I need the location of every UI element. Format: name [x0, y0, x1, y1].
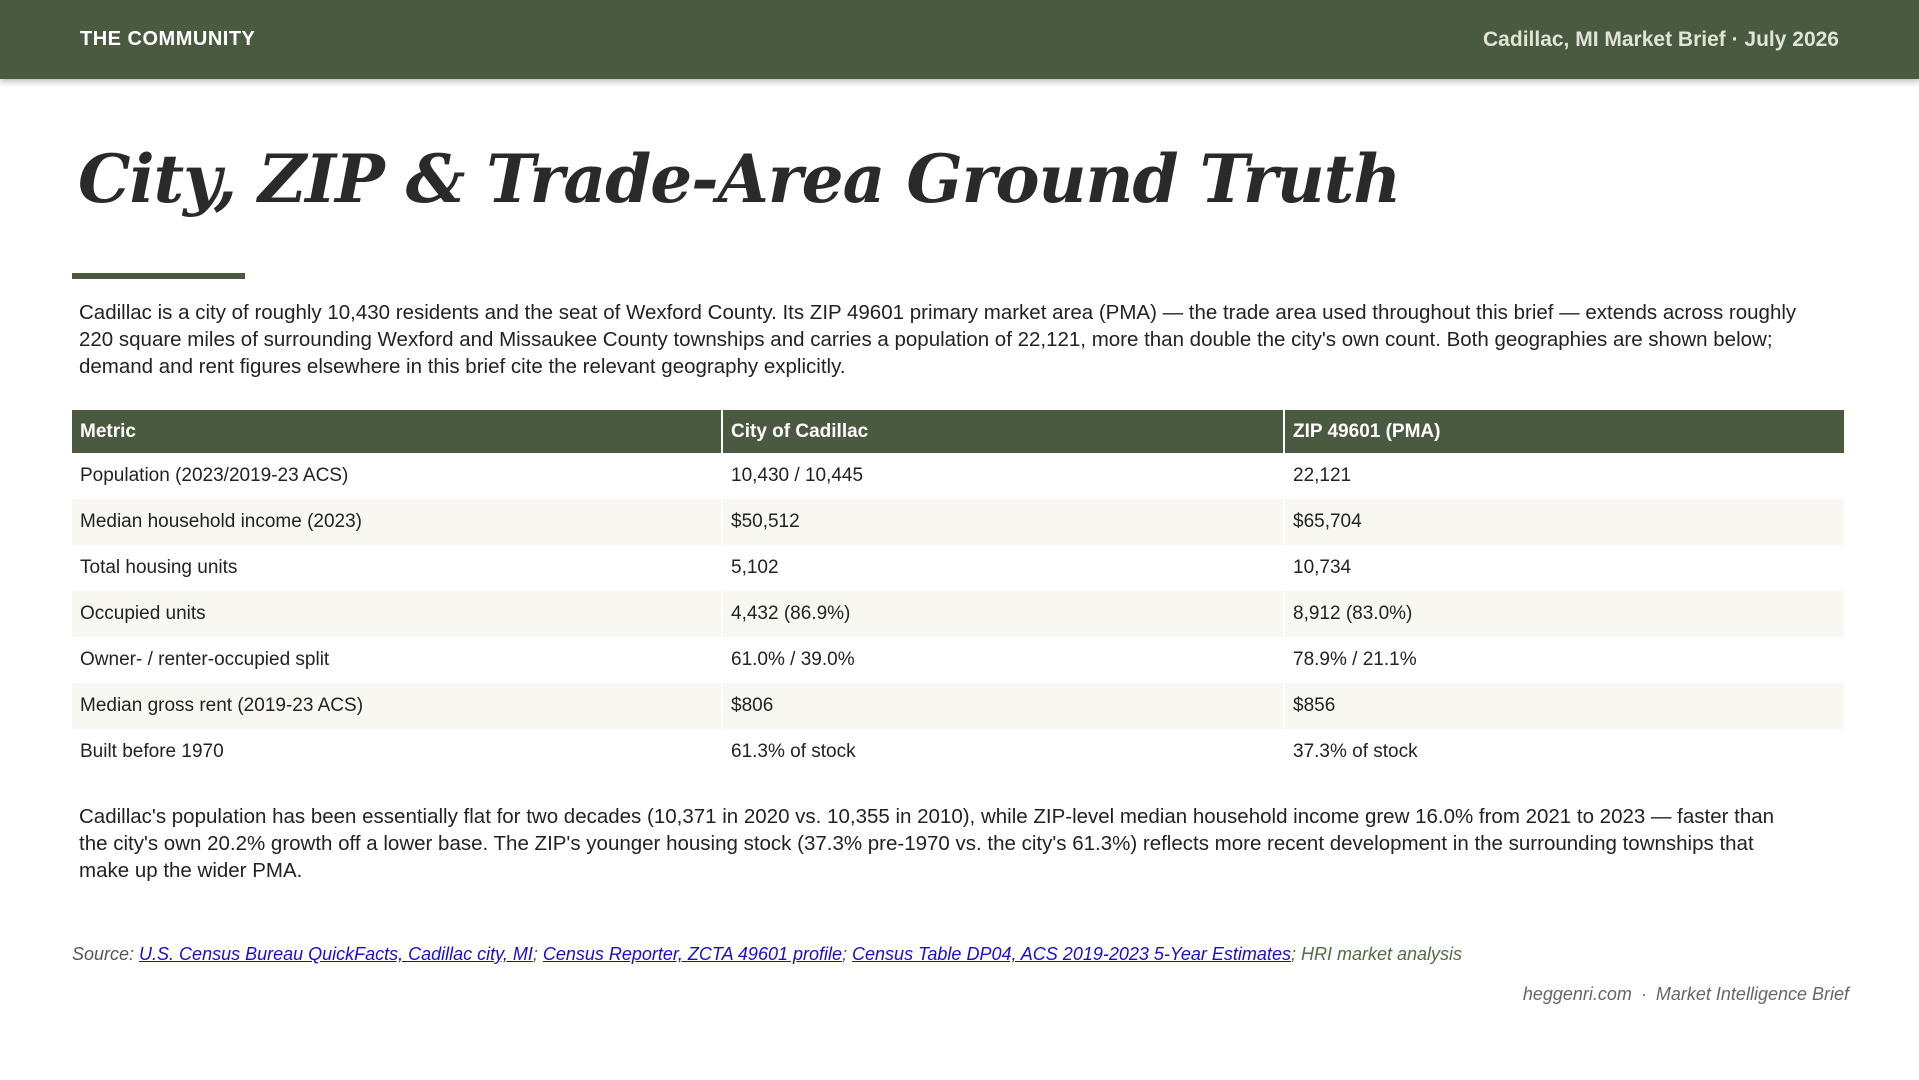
table-row: Built before 1970 61.3% of stock 37.3% o…	[72, 729, 1844, 775]
city-value-cell: 10,430 / 10,445	[722, 453, 1285, 499]
table-row: Median gross rent (2019-23 ACS) $806 $85…	[72, 683, 1844, 729]
zip-value-cell: 10,734	[1284, 545, 1844, 591]
source-prefix: Source:	[72, 944, 140, 964]
metric-cell: Occupied units	[72, 591, 723, 637]
zip-value-cell: $856	[1284, 683, 1844, 729]
column-header-metric: Metric	[72, 410, 723, 453]
table-header-row: Metric City of Cadillac ZIP 49601 (PMA)	[72, 410, 1844, 453]
source-line: Source: U.S. Census Bureau QuickFacts, C…	[72, 944, 1462, 965]
metric-cell: Population (2023/2019-23 ACS)	[72, 453, 723, 499]
source-link-quickfacts[interactable]: U.S. Census Bureau QuickFacts, Cadillac …	[139, 944, 533, 964]
analysis-paragraph: Cadillac's population has been essential…	[79, 805, 1775, 882]
table-row: Total housing units 5,102 10,734	[72, 545, 1844, 591]
city-value-cell: 4,432 (86.9%)	[722, 591, 1285, 637]
zip-value-cell: 78.9% / 21.1%	[1284, 637, 1844, 683]
title-accent-rule	[72, 273, 245, 279]
table-row: Median household income (2023) $50,512 $…	[72, 499, 1844, 545]
source-link-census-reporter[interactable]: Census Reporter, ZCTA 49601 profile	[543, 944, 842, 964]
zip-value-cell: 37.3% of stock	[1284, 729, 1844, 775]
section-label: THE COMMUNITY	[80, 28, 256, 50]
footer-label: Market Intelligence Brief	[1655, 984, 1849, 1004]
city-value-cell: 5,102	[722, 545, 1285, 591]
source-separator: ;	[842, 944, 853, 964]
metric-cell: Median gross rent (2019-23 ACS)	[72, 683, 723, 729]
header-bar: THE COMMUNITY Cadillac, MI Market Brief …	[0, 0, 1919, 79]
zip-value-cell: 8,912 (83.0%)	[1284, 591, 1844, 637]
column-header-zip: ZIP 49601 (PMA)	[1284, 410, 1844, 453]
footer-separator: ·	[1640, 984, 1647, 1004]
table-row: Occupied units 4,432 (86.9%) 8,912 (83.0…	[72, 591, 1844, 637]
metric-cell: Median household income (2023)	[72, 499, 723, 545]
metric-cell: Total housing units	[72, 545, 723, 591]
metrics-table: Metric City of Cadillac ZIP 49601 (PMA) …	[72, 410, 1844, 775]
table-row: Owner- / renter-occupied split 61.0% / 3…	[72, 637, 1844, 683]
city-value-cell: 61.0% / 39.0%	[722, 637, 1285, 683]
footer-site: heggenri.com	[1522, 984, 1632, 1004]
source-separator: ;	[532, 944, 543, 964]
source-suffix: HRI market analysis	[1300, 944, 1463, 964]
page-footer: heggenri.com · Market Intelligence Brief	[1523, 984, 1849, 1005]
source-separator: ;	[1290, 944, 1301, 964]
metric-cell: Built before 1970	[72, 729, 723, 775]
brief-label: Cadillac, MI Market Brief · July 2026	[1483, 27, 1839, 51]
zip-value-cell: $65,704	[1284, 499, 1844, 545]
intro-paragraph: Cadillac is a city of roughly 10,430 res…	[79, 301, 1797, 378]
table-row: Population (2023/2019-23 ACS) 10,430 / 1…	[72, 453, 1844, 499]
source-link-dp04[interactable]: Census Table DP04, ACS 2019-2023 5-Year …	[852, 944, 1291, 964]
city-value-cell: $50,512	[722, 499, 1285, 545]
zip-value-cell: 22,121	[1284, 453, 1844, 499]
metric-cell: Owner- / renter-occupied split	[72, 637, 723, 683]
city-value-cell: $806	[722, 683, 1285, 729]
city-value-cell: 61.3% of stock	[722, 729, 1285, 775]
column-header-city: City of Cadillac	[722, 410, 1285, 453]
page-title: City, ZIP & Trade-Area Ground Truth	[78, 140, 1401, 218]
